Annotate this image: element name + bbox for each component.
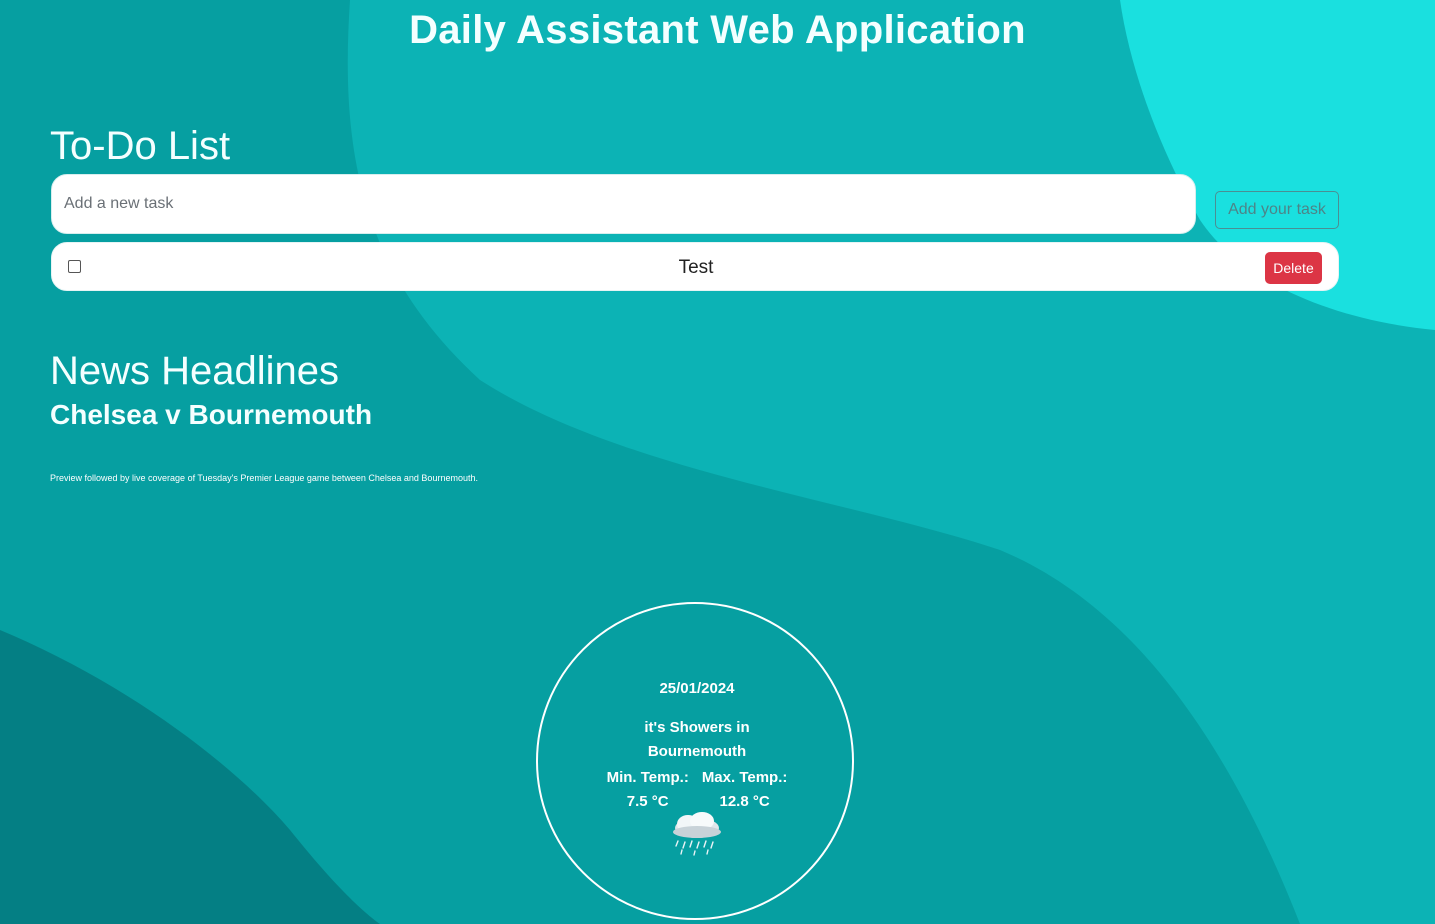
max-temp: Max. Temp.: 12.8 °C	[702, 766, 788, 814]
page-content: Daily Assistant Web Application To-Do Li…	[0, 0, 1435, 924]
weather-condition: it's Showers in Bournemouth	[644, 719, 750, 760]
news-headline: Chelsea v Bournemouth	[50, 399, 373, 430]
max-temp-label: Max. Temp.:	[701, 769, 788, 786]
app-title: Daily Assistant Web Application	[409, 8, 1026, 52]
showers-cloud-icon	[673, 812, 721, 856]
weather-date: 25/01/2024	[659, 680, 735, 697]
weather-widget: 25/01/2024 it's Showers in Bournemouth M…	[536, 602, 854, 920]
min-temp-label: Min. Temp.:	[606, 769, 689, 786]
delete-task-button[interactable]: Delete	[1265, 252, 1322, 284]
task-item: Test Delete	[51, 242, 1339, 291]
news-summary: Preview followed by live coverage of Tue…	[50, 473, 478, 483]
add-task-button[interactable]: Add your task	[1215, 191, 1339, 229]
task-checkbox[interactable]	[68, 260, 81, 273]
weather-temps: Min. Temp.: 7.5 °C Max. Temp.: 12.8 °C	[538, 766, 856, 814]
min-temp: Min. Temp.: 7.5 °C	[607, 766, 689, 814]
new-task-input[interactable]	[51, 174, 1196, 234]
task-label: Test	[678, 257, 714, 278]
news-section-title: News Headlines	[50, 349, 340, 393]
todo-section-title: To-Do List	[50, 124, 231, 168]
